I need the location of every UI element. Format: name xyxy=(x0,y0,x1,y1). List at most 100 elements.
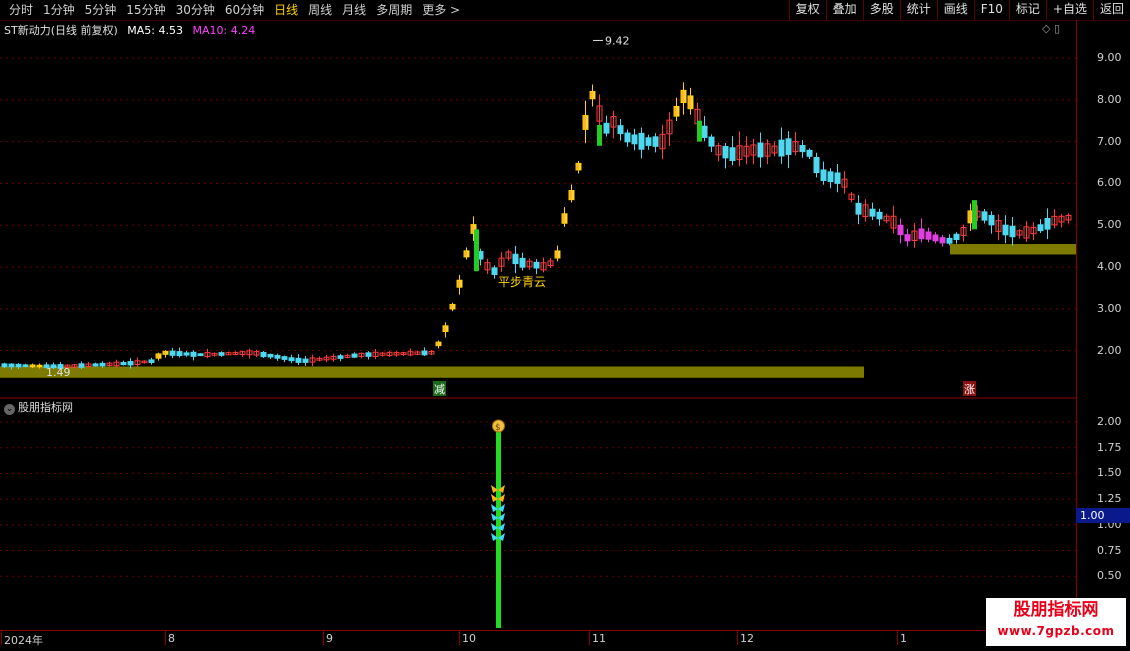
candle-body xyxy=(29,364,36,368)
candle-body xyxy=(435,341,442,347)
period-tab-3[interactable]: 15分钟 xyxy=(121,2,170,18)
candle-body xyxy=(78,363,85,368)
indicator-header[interactable]: ⌄ 股朋指标网 xyxy=(4,399,73,415)
date-tick xyxy=(323,631,324,645)
candle-body xyxy=(981,211,988,221)
chevron-down-icon[interactable]: ⌄ xyxy=(4,404,15,415)
candle-body xyxy=(1044,217,1051,230)
candle-body xyxy=(918,228,925,240)
date-label: 11 xyxy=(592,632,606,645)
reduce-label: 减 xyxy=(434,383,445,396)
period-tab-0[interactable]: 分时 xyxy=(4,2,38,18)
candle-body xyxy=(22,364,29,368)
period-tab-1[interactable]: 1分钟 xyxy=(38,2,80,18)
price-tick-label: 8.00 xyxy=(1097,92,1122,106)
toolbar-button-6[interactable]: 标记 xyxy=(1008,0,1046,20)
candle-body xyxy=(701,125,708,138)
candle-body xyxy=(295,357,302,363)
toolbar-button-2[interactable]: 多股 xyxy=(862,0,900,20)
low-price-label: 1.49 xyxy=(46,366,71,379)
indicator-tick-label: 0.75 xyxy=(1097,543,1122,557)
price-tick-label: 9.00 xyxy=(1097,51,1122,64)
main-chart: 9.42 1.49 平步青云减 涨 $ xyxy=(0,34,1076,628)
period-tab-8[interactable]: 月线 xyxy=(337,2,371,18)
toolbar-button-1[interactable]: 叠加 xyxy=(825,0,863,20)
candle-body xyxy=(533,261,540,269)
candle-body xyxy=(449,303,456,310)
indicator-tick-label: 2.00 xyxy=(1097,415,1122,428)
period-toolbar: 分时 1分钟 5分钟 15分钟 30分钟 60分钟 日线 周线 月线 多周期 更多 > 复权 叠加 多股… xyxy=(0,0,1130,21)
price-tick-label: 4.00 xyxy=(1097,260,1122,273)
date-label: 10 xyxy=(462,632,476,645)
candle-body xyxy=(645,137,652,146)
candle-body xyxy=(1002,224,1009,236)
candle-body xyxy=(99,362,106,367)
candle-body xyxy=(8,363,15,368)
candle-body xyxy=(932,234,939,242)
candle-body xyxy=(603,122,610,134)
candle-body xyxy=(260,351,267,358)
candle-body xyxy=(281,356,288,360)
price-tick-label: 2.00 xyxy=(1097,343,1122,357)
candle-body xyxy=(904,234,911,242)
current-value-badge: 1.00 xyxy=(1076,508,1130,523)
period-tabs: 分时 1分钟 5分钟 15分钟 30分钟 60分钟 日线 周线 月线 多周期 更多 > xyxy=(4,2,465,18)
date-tick xyxy=(897,631,898,645)
period-tab-9[interactable]: 多周期 xyxy=(371,2,417,18)
price-tick-label: 6.00 xyxy=(1097,176,1122,190)
candle-body xyxy=(155,353,162,359)
indicator-tick-label: 1.75 xyxy=(1097,440,1122,454)
candle-body xyxy=(722,146,729,159)
candle-body xyxy=(988,214,995,226)
candle-body xyxy=(491,267,498,276)
candle-body xyxy=(120,362,127,366)
candle-body xyxy=(190,351,197,357)
candle-body xyxy=(162,350,169,355)
toolbar-button-4[interactable]: 画线 xyxy=(936,0,974,20)
period-tab-6[interactable]: 日线 xyxy=(269,2,303,18)
price-tick-label: 7.00 xyxy=(1097,134,1122,148)
candle-body xyxy=(778,139,785,157)
candle-body xyxy=(680,89,687,104)
toolbar-button-8[interactable]: 返回 xyxy=(1092,0,1130,20)
signal-candle xyxy=(972,200,977,230)
period-tab-5[interactable]: 60分钟 xyxy=(220,2,269,18)
candle-body xyxy=(855,202,862,215)
toolbar-button-7[interactable]: +自选 xyxy=(1045,0,1093,20)
toolbar-button-3[interactable]: 统计 xyxy=(899,0,937,20)
candle-body xyxy=(820,169,827,182)
toolbar-button-0[interactable]: 复权 xyxy=(788,0,826,20)
candle-body xyxy=(218,352,225,356)
candle-body xyxy=(554,250,561,259)
candle-body xyxy=(351,353,358,358)
candle-body xyxy=(15,363,22,368)
price-axis: 9.00 8.00 7.00 6.00 5.00 4.00 3.00 2.00 xyxy=(1076,20,1130,398)
period-tab-4[interactable]: 30分钟 xyxy=(171,2,220,18)
candle-body xyxy=(897,224,904,236)
period-tab-7[interactable]: 周线 xyxy=(303,2,337,18)
indicator-title: 股朋指标网 xyxy=(18,401,73,414)
indicator-tick-label: 1.25 xyxy=(1097,492,1122,506)
candle-body xyxy=(519,257,526,268)
candle-body xyxy=(687,95,694,110)
candle-body xyxy=(197,353,204,357)
date-label: 2024年 xyxy=(4,634,43,647)
candle-body xyxy=(939,237,946,244)
date-tick xyxy=(1,631,2,645)
period-tab-2[interactable]: 5分钟 xyxy=(80,2,122,18)
toolbar-button-5[interactable]: F10 xyxy=(973,0,1009,20)
candle-body xyxy=(575,162,582,171)
candle-body xyxy=(512,253,519,265)
candle-body xyxy=(365,352,372,357)
candle-body xyxy=(302,358,309,363)
candle-body xyxy=(337,355,344,359)
candle-body xyxy=(869,208,876,217)
indicator-tick-label: 0.50 xyxy=(1097,569,1122,583)
candle-body xyxy=(638,132,645,150)
period-tab-10[interactable]: 更多 > xyxy=(417,2,465,18)
candle-body xyxy=(827,171,834,183)
candle-body xyxy=(463,250,470,258)
candle-body xyxy=(806,149,813,157)
candle-body xyxy=(148,359,155,363)
date-label: 8 xyxy=(168,632,175,645)
